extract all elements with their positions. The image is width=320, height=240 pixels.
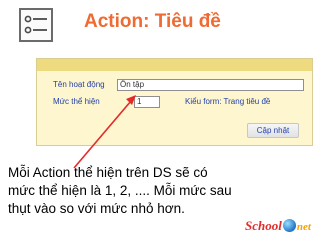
- logo-net-text: net: [296, 221, 311, 233]
- description-text: Mỗi Action thể hiện trên DS sẽ có mức th…: [8, 164, 258, 218]
- description-line: thụt vào so với mức nhỏ hơn.: [8, 201, 185, 216]
- schoolnet-logo: School net: [245, 216, 317, 236]
- globe-icon: [282, 219, 296, 232]
- logo-school-text: School: [245, 218, 282, 233]
- description-line: Mỗi Action thể hiện trên DS sẽ có: [8, 165, 208, 180]
- description-line: mức thể hiện là 1, 2, .... Mỗi mức sau: [8, 183, 232, 198]
